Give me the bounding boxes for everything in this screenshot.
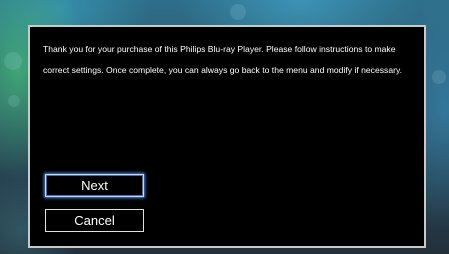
cancel-button[interactable]: Cancel: [45, 209, 144, 232]
background-bokeh: [230, 4, 246, 20]
background-bokeh: [8, 95, 20, 107]
welcome-message: Thank you for your purchase of this Phil…: [43, 44, 403, 75]
background-bokeh: [4, 52, 22, 70]
next-button[interactable]: Next: [45, 174, 144, 197]
setup-dialog: Thank you for your purchase of this Phil…: [28, 25, 426, 248]
background-bokeh: [432, 70, 446, 84]
